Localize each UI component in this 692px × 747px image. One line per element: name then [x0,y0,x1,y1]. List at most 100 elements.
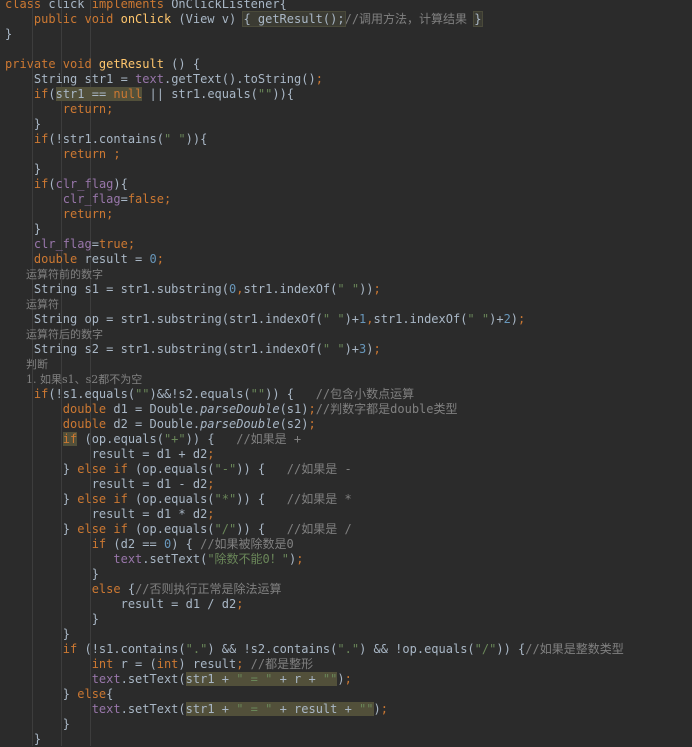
code-token: ) [366,342,374,356]
code-token: class [5,0,49,11]
code-token: .setText( [120,672,186,686]
code-line: class click implements OnClickListener{ [5,0,287,12]
code-token: { [127,582,136,596]
code-token: ; [207,477,215,491]
code-token: ; [156,252,164,266]
code-token: ) { [171,537,201,551]
code-token: double [62,417,114,431]
code-line: text.setText("除数不能0！"); [5,552,303,567]
code-token: "" [257,87,273,101]
code-line: } [5,717,70,732]
code-line: if(clr_flag){ [5,177,128,192]
code-token: return ; [62,147,121,161]
code-token: ) && !s2.contains( [207,642,338,656]
code-line: 判断 [5,357,48,372]
code-token: (s2) [279,417,309,431]
code-token: String s1 = str1.substring( [33,282,229,296]
code-token: str1 == [55,87,114,101]
code-token: onClick [120,12,179,26]
code-token: } [33,732,42,746]
code-token: ) [373,702,381,716]
code-line: 运算符 [5,297,59,312]
code-token: { [286,87,295,101]
code-token: } [62,627,71,641]
code-token: } [62,492,78,506]
code-token: (View v) [178,12,244,26]
code-token: )+ [344,312,360,326]
code-token: else if [77,522,136,536]
code-token: ; [308,402,316,416]
code-token: } [62,717,71,731]
code-line: private void getResult () { [5,57,200,72]
code-token: (op.equals( [77,432,164,446]
code-token: ; [373,342,381,356]
code-token: //如果是 - [286,462,352,476]
code-token: ; [236,597,244,611]
code-token: return; [62,102,114,116]
code-token: //如果是 * [286,492,352,506]
code-token: 0 [149,252,157,266]
code-line: String s2 = str1.substring(str1.indexOf(… [5,342,381,357]
code-token: r = ( [120,657,157,671]
code-token: = [120,192,128,206]
code-token: int [91,657,121,671]
code-token: str1.indexOf( [373,312,468,326]
code-line: double d1 = Double.parseDouble(s1);//判数字… [5,402,458,417]
code-line: 1. 如果s1、s2都不为空 [5,372,142,387]
code-token: { [106,687,114,701]
code-token: } [62,687,78,701]
code-line: if(str1 == null || str1.equals("")){ [5,87,294,102]
code-token: clr_flag [55,177,114,191]
code-token: if [33,387,49,401]
code-line: } [5,162,41,177]
code-token: " = " [236,702,273,716]
code-token: + result + [272,702,360,716]
code-line: String str1 = text.getText().toString(); [5,72,323,87]
code-line: else {//否则执行正常是除法运算 [5,582,282,597]
code-token: clr_flag [62,192,121,206]
code-token: "" [322,672,338,686]
code-token: ; [296,552,304,566]
code-token: (s1) [279,402,309,416]
code-line: public void onClick (View v) { getResult… [5,11,483,27]
code-line: } else if (op.equals("-")) { //如果是 - [5,462,352,477]
code-token: (op.equals( [135,522,215,536]
code-token: )) [359,282,374,296]
code-token: OnClickListener{ [171,0,287,11]
code-token: String op = str1.substring(str1.indexOf( [33,312,323,326]
code-token: } [33,162,42,176]
code-editor[interactable]: class click implements OnClickListener{ … [0,0,692,746]
code-token: return; [62,207,114,221]
code-line: String op = str1.substring(str1.indexOf(… [5,312,525,327]
code-token: int [156,657,179,671]
code-token: text [91,672,121,686]
code-token: ; [380,702,388,716]
code-token: (op.equals( [135,492,215,506]
code-line: result = d1 - d2; [5,477,215,492]
code-token: d1 = Double. [113,402,201,416]
code-token: false; [127,192,172,206]
code-token: )+ [344,342,360,356]
code-line: } [5,612,99,627]
code-token: ; [518,312,526,326]
code-token: else [77,687,107,701]
code-token: )) [272,87,287,101]
code-line: } [5,117,41,132]
